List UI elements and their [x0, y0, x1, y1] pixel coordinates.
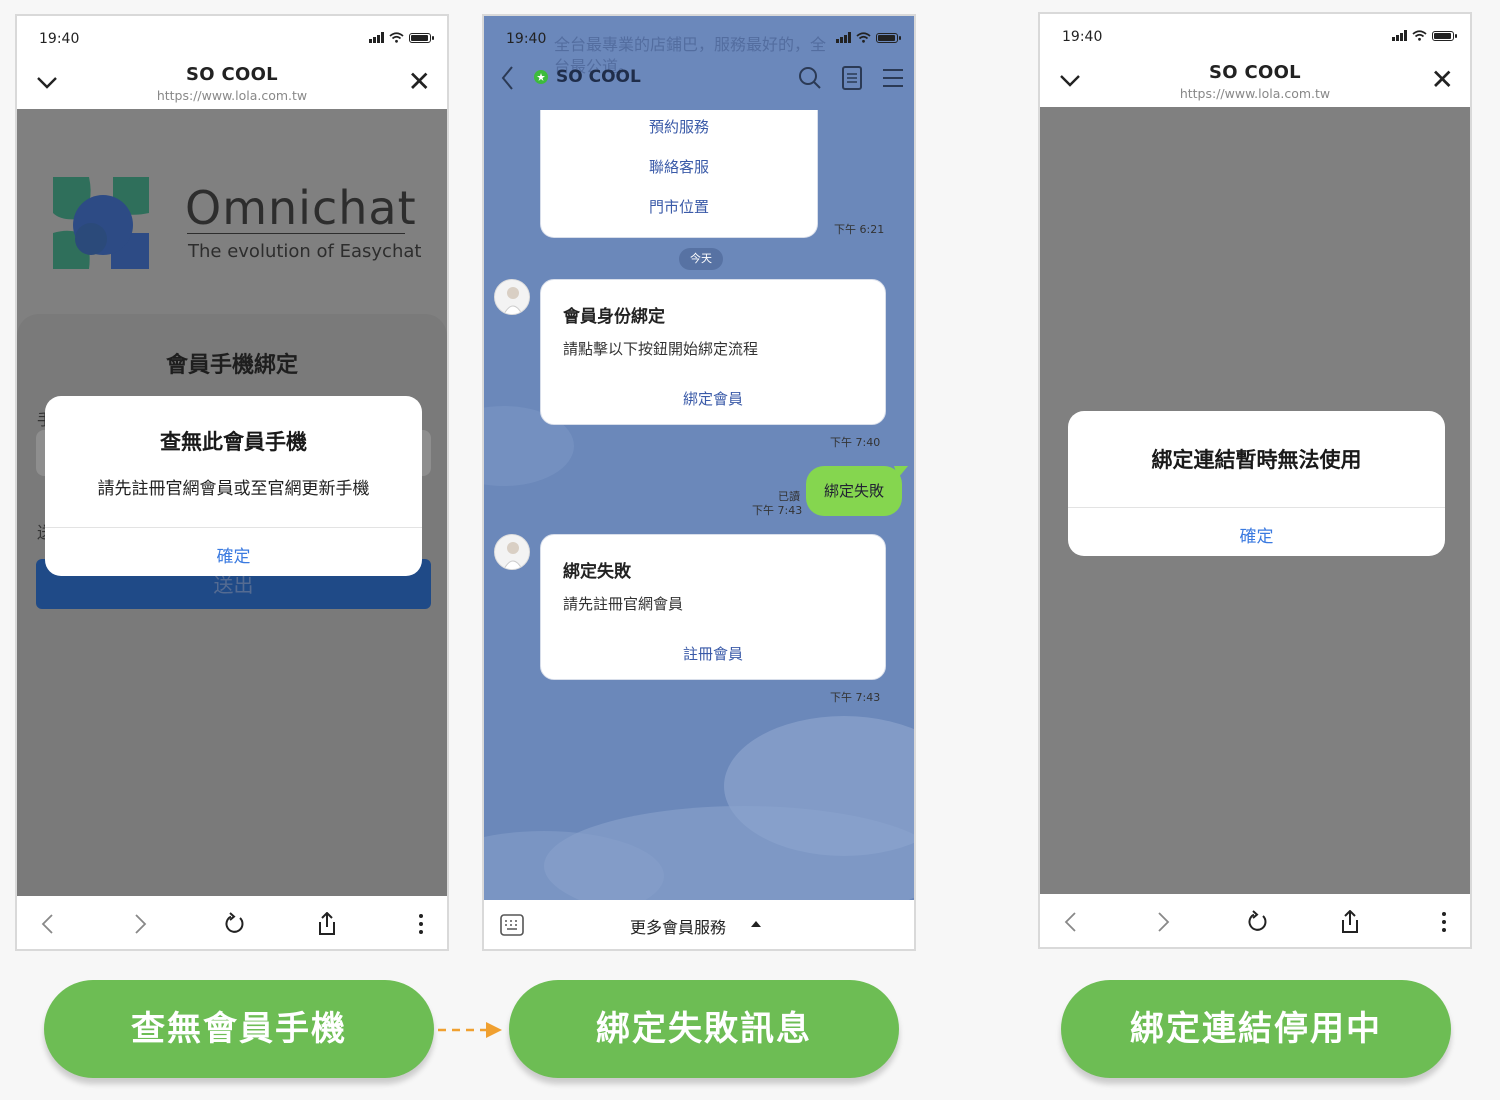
label-link-disabled: 綁定連結停用中 [1061, 980, 1451, 1078]
label-no-member-phone: 查無會員手機 [44, 980, 434, 1078]
status-bar: 19:40 [1040, 14, 1470, 58]
menu-item-support[interactable]: 聯絡客服 [541, 156, 817, 177]
confirm-button[interactable]: 確定 [1068, 522, 1445, 547]
back-icon[interactable] [500, 65, 514, 91]
alert-dialog: 查無此會員手機 請先註冊官網會員或至官網更新手機 確定 [45, 396, 422, 576]
battery-icon [1432, 30, 1457, 41]
dimmed-page: 綁定連結暫時無法使用 確定 [1040, 107, 1470, 894]
close-icon[interactable]: ✕ [1431, 66, 1454, 94]
wifi-icon [1412, 30, 1427, 41]
phone-screen-link-disabled: 19:40 SO COOL https://www.lola.com.tw ✕ … [1038, 12, 1472, 949]
web-url: https://www.lola.com.tw [156, 88, 308, 103]
brand-divider [187, 233, 405, 234]
sent-time: 下午 7:43 [752, 504, 803, 517]
date-chip: 今天 [679, 248, 723, 270]
account-name: SO COOL [556, 67, 641, 87]
back-icon[interactable] [33, 910, 61, 938]
brand-name: Omnichat [185, 181, 417, 235]
omnichat-logo [53, 177, 149, 269]
browser-toolbar [17, 896, 447, 949]
web-header: SO COOL https://www.lola.com.tw ✕ [17, 60, 447, 110]
web-url: https://www.lola.com.tw [1179, 86, 1331, 101]
back-icon[interactable] [1056, 908, 1084, 936]
menu-item-store[interactable]: 門市位置 [541, 196, 817, 217]
web-header: SO COOL https://www.lola.com.tw ✕ [1040, 58, 1470, 108]
web-title: SO COOL [1209, 62, 1301, 83]
avatar [494, 534, 530, 570]
label-bind-failed: 綁定失敗訊息 [509, 980, 899, 1078]
alert-divider [45, 527, 422, 528]
message-time: 下午 7:40 [830, 436, 881, 449]
member-services-menu[interactable]: 更多會員服務 [630, 914, 726, 938]
rich-menu-card: 預約服務 聯絡客服 門市位置 [540, 110, 818, 238]
search-icon[interactable] [798, 66, 822, 90]
message-title: 綁定失敗 [563, 562, 631, 582]
phone-screen-chat: 19:40 全台最專業的店鋪巴，服務最好的，全台最公道。 SO COOL 預約服… [482, 14, 916, 951]
chat-background: 19:40 全台最專業的店鋪巴，服務最好的，全台最公道。 SO COOL 預約服… [484, 16, 914, 900]
caret-up-icon[interactable] [750, 920, 762, 928]
message-time: 下午 7:43 [830, 691, 881, 704]
menu-icon[interactable] [882, 68, 904, 88]
bind-request-message: 會員身份綁定 請點擊以下按鈕開始綁定流程 綁定會員 [540, 279, 886, 425]
web-title: SO COOL [186, 64, 278, 85]
battery-icon [409, 32, 434, 43]
message-body: 請點擊以下按鈕開始綁定流程 [563, 340, 759, 358]
alert-divider [1068, 507, 1445, 508]
confirm-button[interactable]: 確定 [45, 542, 422, 567]
battery-icon [876, 32, 901, 43]
more-icon[interactable] [407, 910, 435, 938]
keyboard-icon[interactable] [500, 914, 524, 936]
chat-header: 19:40 全台最專業的店鋪巴，服務最好的，全台最公道。 SO COOL [484, 16, 914, 110]
alert-title: 綁定連結暫時無法使用 [1151, 448, 1362, 472]
message-time: 下午 6:21 [834, 223, 885, 236]
share-icon[interactable] [1336, 908, 1364, 936]
signal-icon [369, 32, 384, 43]
signal-icon [1392, 30, 1407, 41]
message-title: 會員身份綁定 [563, 307, 665, 327]
bind-member-link[interactable]: 綁定會員 [541, 388, 885, 409]
status-time: 19:40 [1062, 29, 1103, 45]
browser-toolbar [1040, 894, 1470, 947]
dimmed-page: Omnichat The evolution of Easychat 會員手機綁… [17, 109, 447, 896]
brand-tagline: The evolution of Easychat [188, 241, 422, 262]
avatar [494, 279, 530, 315]
phone-screen-no-member: 19:40 SO COOL https://www.lola.com.tw ✕ … [15, 14, 449, 951]
bubble-tail [894, 466, 908, 478]
wifi-icon [389, 32, 404, 43]
status-icons [1392, 30, 1457, 41]
wifi-icon [856, 32, 871, 43]
bind-failed-message: 綁定失敗 請先註冊官網會員 註冊會員 [540, 534, 886, 680]
forward-icon[interactable] [1150, 908, 1178, 936]
alert-message: 請先註冊官網會員或至官網更新手機 [97, 479, 370, 499]
form-title: 會員手機綁定 [165, 353, 298, 378]
message-body: 請先註冊官網會員 [563, 595, 684, 613]
register-member-link[interactable]: 註冊會員 [541, 643, 885, 664]
signal-icon [836, 32, 851, 43]
status-icons [369, 32, 434, 43]
status-time: 19:40 [39, 31, 80, 47]
reload-icon[interactable] [220, 910, 248, 938]
status-bar: 19:40 [17, 16, 447, 60]
more-icon[interactable] [1430, 908, 1458, 936]
chat-footer: 更多會員服務 [484, 900, 914, 949]
user-message: 綁定失敗 [806, 466, 902, 516]
verified-badge-icon [534, 70, 548, 84]
forward-icon[interactable] [127, 910, 155, 938]
status-time: 19:40 [506, 31, 547, 47]
alert-title: 查無此會員手機 [160, 430, 307, 454]
share-icon[interactable] [313, 910, 341, 938]
alert-dialog: 綁定連結暫時無法使用 確定 [1068, 411, 1445, 556]
reload-icon[interactable] [1243, 908, 1271, 936]
menu-item-booking[interactable]: 預約服務 [541, 116, 817, 137]
notes-icon[interactable] [842, 66, 862, 90]
flow-arrow-icon [438, 1022, 502, 1038]
close-icon[interactable]: ✕ [408, 68, 431, 96]
status-icons [836, 32, 901, 43]
